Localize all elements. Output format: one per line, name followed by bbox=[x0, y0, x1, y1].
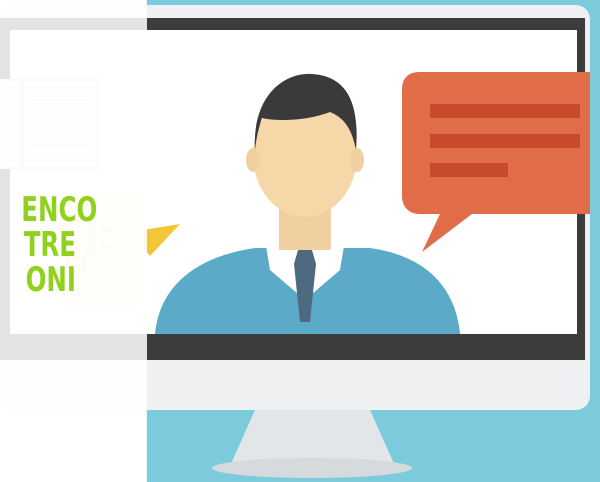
banner-title-line-2: TRE bbox=[23, 225, 76, 265]
hero-banner: ENCO TRE ONI bbox=[0, 0, 600, 482]
monitor-stand bbox=[230, 410, 395, 466]
banner-title-line-3: ONI bbox=[25, 260, 76, 300]
banner-title-line-1: ENCO bbox=[21, 190, 98, 230]
monitor-base bbox=[212, 458, 412, 478]
banner-title: ENCO TRE ONI bbox=[21, 190, 98, 300]
